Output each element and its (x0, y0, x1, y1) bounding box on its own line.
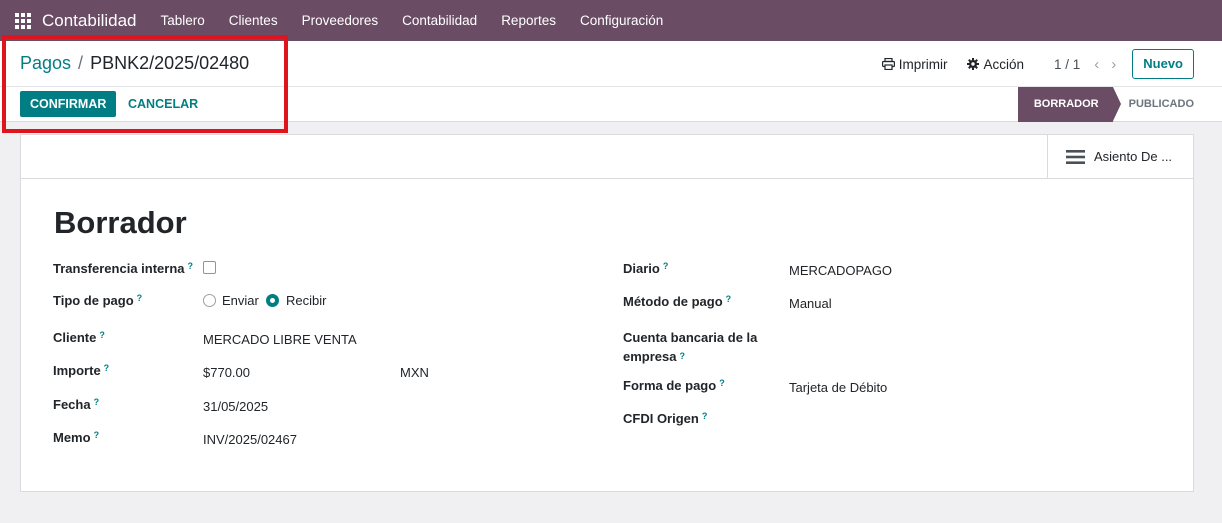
payment-method-label-wrap: Método de pago? (623, 294, 731, 309)
journal-label-wrap: Diario? (623, 261, 668, 276)
app-name[interactable]: Contabilidad (42, 11, 137, 31)
journal-label: Diario (623, 261, 660, 276)
status-row: CONFIRMAR CANCELAR BORRADOR PUBLICADO (0, 87, 1222, 122)
nav-item-configuracion[interactable]: Configuración (568, 0, 675, 41)
breadcrumb-current: PBNK2/2025/02480 (90, 53, 250, 73)
payment-type-send-radio[interactable] (203, 294, 216, 307)
status-publicado[interactable]: PUBLICADO (1121, 87, 1222, 122)
internal-transfer-label-wrap: Transferencia interna? (53, 261, 193, 276)
bank-account-label-line1: Cuenta bancaria de la (623, 330, 758, 345)
help-icon[interactable]: ? (702, 411, 708, 421)
status-borrador[interactable]: BORRADOR (1017, 87, 1121, 122)
app-grid-icon[interactable] (15, 12, 31, 29)
payment-form-label-wrap: Forma de pago? (623, 378, 725, 393)
cfdi-origin-label-wrap: CFDI Origen? (623, 411, 707, 426)
nav-item-reportes[interactable]: Reportes (489, 0, 568, 41)
date-field[interactable]: 31/05/2025 (203, 399, 268, 414)
pager-prev-icon[interactable]: ‹ (1094, 56, 1099, 73)
date-label: Fecha (53, 397, 91, 412)
help-icon[interactable]: ? (137, 293, 143, 303)
form-sheet: Asiento De ... Borrador Transferencia in… (20, 134, 1194, 492)
bars-icon (1066, 149, 1085, 164)
control-panel: Pagos / PBNK2/2025/02480 Imprimir Acción (0, 41, 1222, 122)
statusbar: BORRADOR PUBLICADO (1017, 87, 1222, 122)
cfdi-origin-label: CFDI Origen (623, 411, 699, 426)
memo-label: Memo (53, 430, 91, 445)
customer-label: Cliente (53, 330, 97, 345)
form-title: Borrador (54, 205, 187, 240)
smart-button-label: Asiento De ... (1094, 149, 1173, 164)
internal-transfer-label: Transferencia interna (53, 261, 185, 276)
new-button[interactable]: Nuevo (1132, 49, 1194, 79)
help-icon[interactable]: ? (679, 351, 685, 361)
help-icon[interactable]: ? (94, 397, 100, 407)
amount-label: Importe (53, 363, 101, 378)
payment-type-label-wrap: Tipo de pago? (53, 293, 142, 308)
cancel-button[interactable]: CANCELAR (128, 91, 198, 117)
confirm-button[interactable]: CONFIRMAR (20, 91, 117, 117)
internal-transfer-checkbox[interactable] (203, 261, 216, 274)
customer-field[interactable]: MERCADO LIBRE VENTA (203, 332, 357, 347)
top-navbar: Contabilidad Tablero Clientes Proveedore… (0, 0, 1222, 41)
bank-account-label-line2: empresa (623, 349, 677, 364)
payment-form-field[interactable]: Tarjeta de Débito (789, 380, 887, 395)
amount-field[interactable]: $770.00 (203, 365, 250, 380)
nav-item-contabilidad[interactable]: Contabilidad (390, 0, 489, 41)
help-icon[interactable]: ? (719, 378, 725, 388)
payment-type-send-label[interactable]: Enviar (222, 293, 259, 308)
action-label: Acción (983, 56, 1024, 72)
action-button[interactable]: Acción (967, 57, 1024, 72)
printer-icon (881, 58, 895, 70)
bank-account-field[interactable] (789, 331, 1089, 349)
top-actions: Imprimir Acción 1 / 1 ‹ › Nuevo (881, 49, 1222, 79)
amount-label-wrap: Importe? (53, 363, 109, 378)
customer-label-wrap: Cliente? (53, 330, 105, 345)
payment-type-label: Tipo de pago (53, 293, 134, 308)
pager-value[interactable]: 1 / 1 (1054, 57, 1080, 72)
help-icon[interactable]: ? (663, 261, 669, 271)
help-icon[interactable]: ? (104, 363, 110, 373)
gear-icon (967, 58, 980, 70)
bank-account-label-wrap: Cuenta bancaria de la empresa? (623, 328, 757, 366)
journal-entry-smart-button[interactable]: Asiento De ... (1047, 135, 1193, 178)
date-label-wrap: Fecha? (53, 397, 99, 412)
print-label: Imprimir (898, 56, 948, 72)
print-button[interactable]: Imprimir (881, 56, 948, 72)
breadcrumb-parent-link[interactable]: Pagos (20, 53, 71, 74)
help-icon[interactable]: ? (726, 294, 732, 304)
help-icon[interactable]: ? (94, 430, 100, 440)
currency-field[interactable]: MXN (400, 365, 429, 380)
help-icon[interactable]: ? (188, 261, 194, 271)
sheet-button-box: Asiento De ... (21, 135, 1193, 179)
nav-item-proveedores[interactable]: Proveedores (290, 0, 391, 41)
payment-method-label: Método de pago (623, 294, 723, 309)
memo-label-wrap: Memo? (53, 430, 99, 445)
nav-item-clientes[interactable]: Clientes (217, 0, 290, 41)
memo-field[interactable]: INV/2025/02467 (203, 432, 297, 447)
payment-type-receive-label[interactable]: Recibir (286, 293, 326, 308)
breadcrumb: Pagos / PBNK2/2025/02480 (20, 53, 249, 74)
pager-next-icon[interactable]: › (1111, 56, 1116, 73)
payment-form-label: Forma de pago (623, 378, 717, 393)
help-icon[interactable]: ? (99, 330, 105, 340)
payment-type-receive-radio[interactable] (266, 294, 279, 307)
breadcrumb-separator: / (78, 53, 84, 73)
journal-field[interactable]: MERCADOPAGO (789, 263, 892, 278)
payment-method-field[interactable]: Manual (789, 296, 832, 311)
nav-item-tablero[interactable]: Tablero (149, 0, 217, 41)
cfdi-origin-field[interactable] (789, 413, 1089, 431)
